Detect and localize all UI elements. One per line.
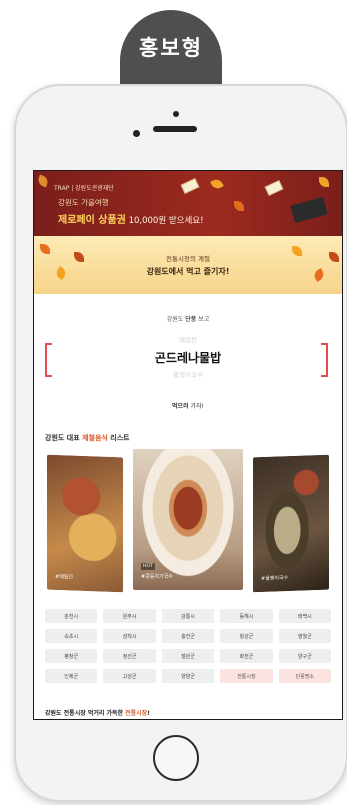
region-button[interactable]: 철원군 <box>161 649 215 663</box>
promo-subtitle: 강원도 가을여행 <box>58 198 109 207</box>
dish-previous: 메밀전 <box>179 336 197 344</box>
section-heading-highlight: 제철음식 <box>82 434 108 442</box>
food-photo-center[interactable]: HOT #콧등치기국수 <box>133 449 243 590</box>
promo-org-text: TRAP | 강원도관광재단 <box>54 185 114 192</box>
region-button[interactable]: 원주시 <box>103 609 156 623</box>
eat-bold: 먹으러 <box>172 403 189 410</box>
region-grid: 춘천시 원주시 강릉시 동해시 태백시 속초시 삼척시 홍천군 횡성군 영월군 … <box>45 609 331 683</box>
region-button-foliage[interactable]: 단풍명소 <box>278 669 331 683</box>
section-heading-prefix: 강원도 대표 <box>45 434 83 442</box>
region-button[interactable]: 양양군 <box>161 669 215 683</box>
region-button[interactable]: 홍천군 <box>161 629 215 643</box>
eat-suffix: 가자! <box>188 403 204 410</box>
maple-leaf-icon <box>210 177 224 191</box>
home-button[interactable] <box>153 735 199 781</box>
intro-text: 강원도 단풍 보고 <box>34 314 342 323</box>
gift-card-icon <box>180 178 200 194</box>
market-banner-title: 강원도에서 먹고 즐기자! <box>146 267 230 276</box>
promo-banner[interactable]: TRAP | 강원도관광재단 강원도 가을여행 제로페이 상품권 10,000원… <box>34 171 342 236</box>
bottom-heading-suffix: ! <box>147 710 150 717</box>
category-badge-label: 홍보형 <box>139 36 203 60</box>
food-photo-tag: #올챙이국수 <box>261 575 289 583</box>
bottom-heading: 강원도 전통시장 먹거리 가득한 전통시장! <box>45 708 150 717</box>
intro-bold: 단풍 <box>185 316 197 323</box>
market-banner[interactable]: 전통시장의 계절 강원도에서 먹고 즐기자! <box>34 236 342 294</box>
front-camera <box>133 130 140 137</box>
food-photo-tag: #콧등치기국수 <box>141 574 173 580</box>
front-sensor <box>173 111 179 117</box>
region-button[interactable]: 영월군 <box>278 629 331 643</box>
region-button[interactable]: 횡성군 <box>220 629 273 643</box>
category-badge: 홍보형 <box>120 10 222 90</box>
maple-leaf-icon <box>234 201 244 211</box>
region-button[interactable]: 삼척시 <box>103 629 156 643</box>
phone-screen: TRAP | 강원도관광재단 강원도 가을여행 제로페이 상품권 10,000원… <box>33 170 343 720</box>
region-button-market[interactable]: 전통시장 <box>220 669 273 683</box>
earpiece-speaker <box>153 126 197 132</box>
promo-title: 제로페이 상품권 10,000원 받으세요! <box>58 211 204 226</box>
region-button[interactable]: 동해시 <box>220 609 273 623</box>
region-button[interactable]: 춘천시 <box>45 609 98 623</box>
promo-title-highlight: 제로페이 상품권 <box>58 215 126 226</box>
market-banner-subtitle: 전통시장의 계절 <box>166 255 210 263</box>
region-button[interactable]: 속초시 <box>45 629 98 643</box>
gift-card-icon <box>264 180 284 196</box>
region-button[interactable]: 화천군 <box>220 649 273 663</box>
region-button[interactable]: 양구군 <box>278 649 331 663</box>
region-button[interactable]: 태백시 <box>278 609 331 623</box>
dish-current[interactable]: 곤드레나물밥 <box>34 349 342 366</box>
food-photo-left[interactable]: #메밀전 <box>47 454 123 593</box>
intro-suffix: 보고 <box>196 316 210 323</box>
section-heading: 강원도 대표 제철음식 리스트 <box>45 433 130 443</box>
maple-leaf-icon <box>319 177 329 187</box>
intro-prefix: 강원도 <box>166 316 186 323</box>
card-terminal-icon <box>290 196 328 224</box>
region-button[interactable]: 고성군 <box>103 669 156 683</box>
section-heading-suffix: 리스트 <box>107 434 130 442</box>
region-button[interactable]: 평창군 <box>45 649 98 663</box>
region-button[interactable]: 강릉시 <box>161 609 215 623</box>
food-photo-right[interactable]: #올챙이국수 <box>253 454 329 593</box>
bottom-heading-prefix: 강원도 전통시장 먹거리 가득한 <box>45 710 126 717</box>
promo-title-rest: 10,000원 받으세요! <box>125 216 204 226</box>
maple-leaf-icon <box>36 174 50 188</box>
food-photo-tag: #메밀전 <box>55 573 73 581</box>
eat-text: 먹으러 가자! <box>34 401 342 410</box>
food-photo-badge: HOT <box>141 563 155 570</box>
dish-next: 올챙이국수 <box>173 371 203 379</box>
region-button[interactable]: 정선군 <box>103 649 156 663</box>
bottom-heading-highlight: 전통시장 <box>125 710 148 717</box>
region-button[interactable]: 인제군 <box>45 669 98 683</box>
